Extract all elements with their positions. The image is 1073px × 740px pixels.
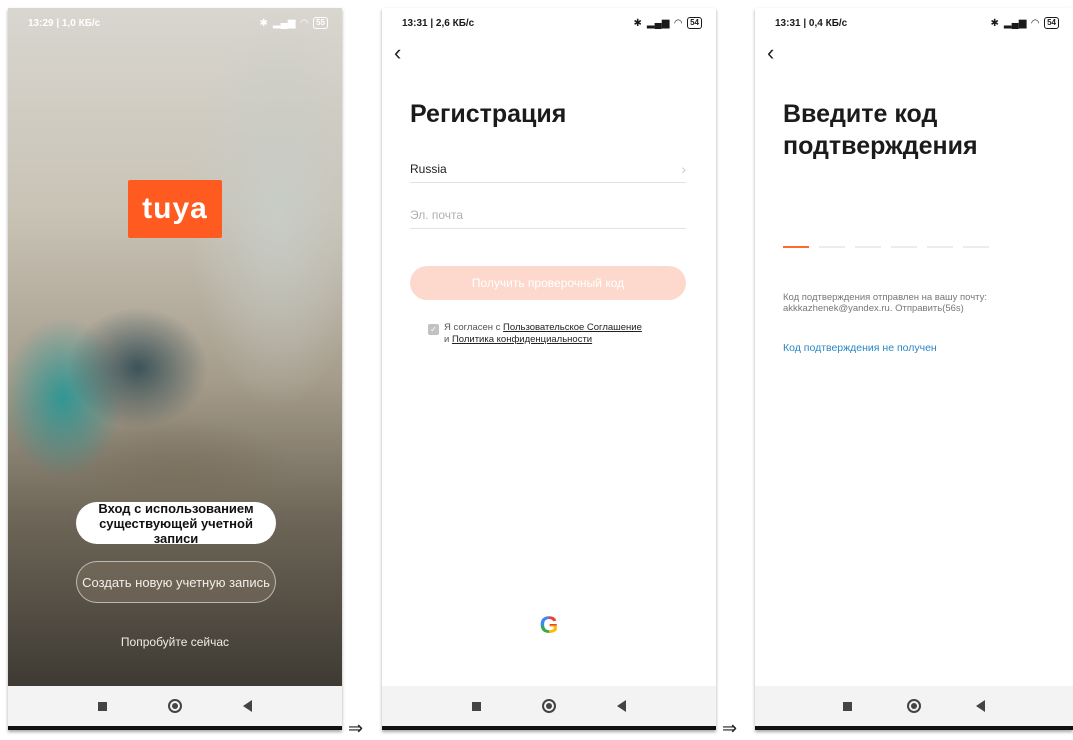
back-nav-icon[interactable] xyxy=(616,700,626,712)
code-slot[interactable] xyxy=(963,246,989,248)
signal-icon: ▂▄▆ xyxy=(272,17,296,29)
login-existing-line1: Вход с использованием xyxy=(98,500,254,516)
status-icons: ✱ ▂▄▆ ◠ 54 xyxy=(634,17,702,29)
code-slot[interactable] xyxy=(927,246,953,248)
back-arrow-icon[interactable]: ‹ xyxy=(394,42,401,64)
registration-screen: 13:31 | 2,6 КБ/с ✱ ▂▄▆ ◠ 54 ‹ Регистраци… xyxy=(382,8,716,730)
chevron-right-icon: › xyxy=(681,161,686,177)
recents-icon[interactable] xyxy=(98,701,108,711)
code-slot[interactable] xyxy=(783,246,809,248)
title-line1: Введите код xyxy=(783,100,938,128)
agree-prefix: Я согласен с xyxy=(444,322,501,333)
agree-and: и xyxy=(444,334,450,345)
flow-arrow-icon: ⇒ xyxy=(722,718,738,738)
wifi-icon: ◠ xyxy=(1031,17,1040,29)
status-time: 13:31 | 2,6 КБ/с xyxy=(402,17,475,29)
create-account-button[interactable]: Создать новую учетную запись xyxy=(76,561,276,603)
battery-icon: 55 xyxy=(313,17,328,29)
logo-text: tuya xyxy=(142,192,208,225)
home-icon[interactable] xyxy=(167,699,182,713)
status-icons: ✱ ▂▄▆ ◠ 55 xyxy=(260,17,328,29)
back-nav-icon[interactable] xyxy=(976,700,986,712)
bluetooth-icon: ✱ xyxy=(990,17,999,29)
wifi-icon: ◠ xyxy=(300,17,309,29)
code-input[interactable] xyxy=(783,246,989,248)
back-arrow-icon[interactable]: ‹ xyxy=(767,42,774,64)
title-line2: подтверждения xyxy=(783,132,978,160)
flow-arrow-icon: ⇒ xyxy=(348,718,364,738)
tuya-logo: tuya xyxy=(128,180,222,238)
code-sent-message: Код подтверждения отправлен на вашу почт… xyxy=(783,292,1053,314)
android-nav-bar xyxy=(8,686,342,726)
login-splash-screen: 13:29 | 1,0 КБ/с ✱ ▂▄▆ ◠ 55 tuya Вход с … xyxy=(8,8,342,730)
bluetooth-icon: ✱ xyxy=(259,17,268,29)
login-existing-account-button[interactable]: Вход с использованием существующей учетно… xyxy=(76,500,276,546)
code-slot[interactable] xyxy=(819,246,845,248)
get-code-button[interactable]: Получить проверочный код xyxy=(410,266,686,300)
country-value: Russia xyxy=(410,162,447,176)
status-time: 13:29 | 1,0 КБ/с xyxy=(28,17,101,29)
verification-code-screen: 13:31 | 0,4 КБ/с ✱ ▂▄▆ ◠ 54 ‹ Введите ко… xyxy=(755,8,1073,730)
country-selector[interactable]: Russia › xyxy=(410,156,686,183)
wifi-icon: ◠ xyxy=(674,17,683,29)
home-icon[interactable] xyxy=(906,699,921,713)
battery-icon: 54 xyxy=(687,17,702,29)
android-nav-bar xyxy=(382,686,716,726)
code-not-received-link[interactable]: Код подтверждения не получен xyxy=(783,342,937,354)
status-time: 13:31 | 0,4 КБ/с xyxy=(775,17,848,29)
home-icon[interactable] xyxy=(541,699,556,713)
android-nav-bar xyxy=(755,686,1073,726)
login-existing-line2: существующей учетной записи xyxy=(99,515,253,546)
status-bar: 13:29 | 1,0 КБ/с ✱ ▂▄▆ ◠ 55 xyxy=(8,8,342,38)
email-field[interactable]: Эл. почта xyxy=(410,202,686,229)
status-bar: 13:31 | 0,4 КБ/с ✱ ▂▄▆ ◠ 54 xyxy=(755,8,1073,38)
sent-line1: Код подтверждения отправлен на вашу почт… xyxy=(783,292,988,303)
terms-link[interactable]: Пользовательское Соглашение xyxy=(503,322,642,333)
signal-icon: ▂▄▆ xyxy=(1003,17,1027,29)
agree-checkbox[interactable]: ✓ xyxy=(428,324,439,335)
agreement-row: ✓ Я согласен с Пользовательское Соглашен… xyxy=(428,322,686,346)
page-title: Регистрация xyxy=(410,100,567,128)
code-slot[interactable] xyxy=(891,246,917,248)
privacy-link[interactable]: Политика конфиденциальности xyxy=(452,334,592,345)
google-signin-icon[interactable]: G xyxy=(382,612,716,640)
bluetooth-icon: ✱ xyxy=(633,17,642,29)
try-now-link[interactable]: Попробуйте сейчас xyxy=(8,635,342,649)
email-placeholder: Эл. почта xyxy=(410,208,464,222)
status-icons: ✱ ▂▄▆ ◠ 54 xyxy=(991,17,1059,29)
back-nav-icon[interactable] xyxy=(242,700,252,712)
recents-icon[interactable] xyxy=(842,701,852,711)
signal-icon: ▂▄▆ xyxy=(646,17,670,29)
recents-icon[interactable] xyxy=(472,701,482,711)
battery-icon: 54 xyxy=(1044,17,1059,29)
page-title: Введите код подтверждения xyxy=(783,98,978,162)
status-bar: 13:31 | 2,6 КБ/с ✱ ▂▄▆ ◠ 54 xyxy=(382,8,716,38)
code-slot[interactable] xyxy=(855,246,881,248)
sent-line2: akkkazhenek@yandex.ru. Отправить(56s) xyxy=(783,303,964,314)
